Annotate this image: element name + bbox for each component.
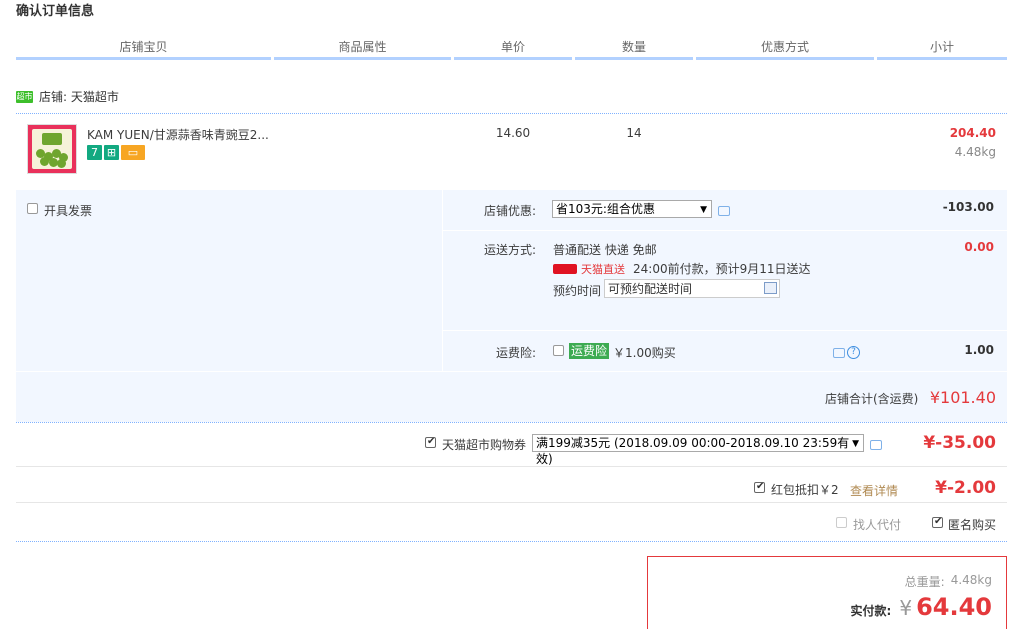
divider xyxy=(16,466,1007,467)
shipping-label: 运送方式: xyxy=(484,243,537,257)
shop-discount-select[interactable]: 省103元:组合优惠 ▼ xyxy=(552,200,712,218)
shipping-method: 普通配送 快递 免邮 xyxy=(553,243,657,257)
total-weight-value: 4.48kg xyxy=(950,573,992,587)
payment-summary: 总重量: 4.48kg 实付款: ¥ 64.40 xyxy=(647,556,1007,629)
redpacket-label: 红包抵扣￥2 xyxy=(771,483,839,497)
proxy-pay-checkbox[interactable] xyxy=(836,517,847,528)
total-weight-label: 总重量: xyxy=(904,575,945,589)
insurance-amount: 1.00 xyxy=(964,343,994,357)
divider xyxy=(16,541,1007,542)
service-tags: 7 ⊞ ▭ xyxy=(87,145,145,160)
shop-row: 超市 店铺: 天猫超市 xyxy=(16,88,119,105)
product-thumbnail[interactable] xyxy=(27,124,77,174)
proxy-pay-label: 找人代付 xyxy=(853,518,902,532)
shop-discount-amount: -103.00 xyxy=(942,200,994,214)
calendar-icon[interactable] xyxy=(764,282,777,294)
column-header-unit-price: 单价 xyxy=(454,38,572,60)
appointment-label: 预约时间 xyxy=(553,284,602,298)
divider xyxy=(16,113,1007,114)
unit-price: 14.60 xyxy=(495,126,531,140)
help-icon[interactable]: ? xyxy=(847,346,860,359)
shop-total-label: 店铺合计(含运费) xyxy=(825,392,919,406)
divider xyxy=(442,230,1007,231)
message-icon[interactable] xyxy=(718,206,730,216)
credit-card-icon: ▭ xyxy=(121,145,145,160)
product-name[interactable]: KAM YUEN/甘源蒜香味青豌豆2... xyxy=(87,126,277,143)
shop-name[interactable]: 店铺: 天猫超市 xyxy=(39,88,119,105)
divider xyxy=(16,422,1007,423)
insurance-label: 运费险: xyxy=(496,346,537,360)
tmall-supermarket-icon: 超市 xyxy=(16,90,33,103)
redpacket-checkbox[interactable] xyxy=(754,481,765,493)
currency-symbol: ¥ xyxy=(899,596,913,620)
anonymous-label: 匿名购买 xyxy=(948,518,997,532)
column-header-item: 店铺宝贝 xyxy=(16,38,271,60)
invoice-checkbox[interactable] xyxy=(27,203,38,214)
chevron-down-icon: ▼ xyxy=(852,439,859,449)
redpacket-details-link[interactable]: 查看详情 xyxy=(850,482,898,499)
column-header-discount: 优惠方式 xyxy=(696,38,874,60)
shipping-amount: 0.00 xyxy=(964,240,994,254)
seven-day-return-icon: 7 xyxy=(87,145,102,160)
delivery-eta: 24:00前付款，预计9月11日送达 xyxy=(633,262,811,276)
insurance-checkbox[interactable] xyxy=(553,345,564,356)
coupon-checkbox[interactable] xyxy=(425,436,436,448)
redpacket-amount: ¥-2.00 xyxy=(935,478,996,498)
column-header-attributes: 商品属性 xyxy=(274,38,451,60)
message-icon[interactable] xyxy=(870,440,882,450)
column-header-quantity: 数量 xyxy=(575,38,693,60)
actual-payment-amount: 64.40 xyxy=(916,593,992,621)
shop-total-amount: ¥101.40 xyxy=(929,388,996,407)
invoice-label: 开具发票 xyxy=(44,204,93,218)
page-title: 确认订单信息 xyxy=(16,4,95,19)
product-image-icon xyxy=(32,129,72,169)
divider xyxy=(16,371,1007,372)
divider xyxy=(16,502,1007,503)
insurance-price: ￥1.00购买 xyxy=(613,346,676,360)
actual-payment-label: 实付款: xyxy=(850,604,892,618)
item-weight: 4.48kg xyxy=(954,145,996,159)
tmall-cat-icon xyxy=(553,263,577,274)
appointment-time-input[interactable]: 可预约配送时间 xyxy=(604,279,780,298)
shop-discount-label: 店铺优惠: xyxy=(484,204,537,218)
quality-guarantee-icon: ⊞ xyxy=(104,145,119,160)
actual-payment-row: 实付款: ¥ 64.40 xyxy=(851,593,992,621)
item-subtotal: 204.40 xyxy=(949,126,996,140)
total-weight-row: 总重量: 4.48kg xyxy=(905,573,992,590)
quantity: 14 xyxy=(626,126,642,140)
chevron-down-icon: ▼ xyxy=(700,205,707,215)
message-icon[interactable] xyxy=(833,348,845,358)
coupon-amount: ¥-35.00 xyxy=(923,433,996,453)
coupon-select[interactable]: 满199减35元 (2018.09.09 00:00-2018.09.10 23… xyxy=(532,434,864,466)
coupon-label: 天猫超市购物券 xyxy=(442,438,527,452)
anonymous-checkbox[interactable] xyxy=(932,516,943,528)
insurance-tag: 运费险 xyxy=(569,343,610,359)
tmall-direct-label: 天猫直送 xyxy=(581,262,625,276)
column-header-subtotal: 小计 xyxy=(877,38,1007,60)
tmall-direct-row: 天猫直送 24:00前付款，预计9月11日送达 xyxy=(553,260,811,277)
divider xyxy=(442,330,1007,331)
